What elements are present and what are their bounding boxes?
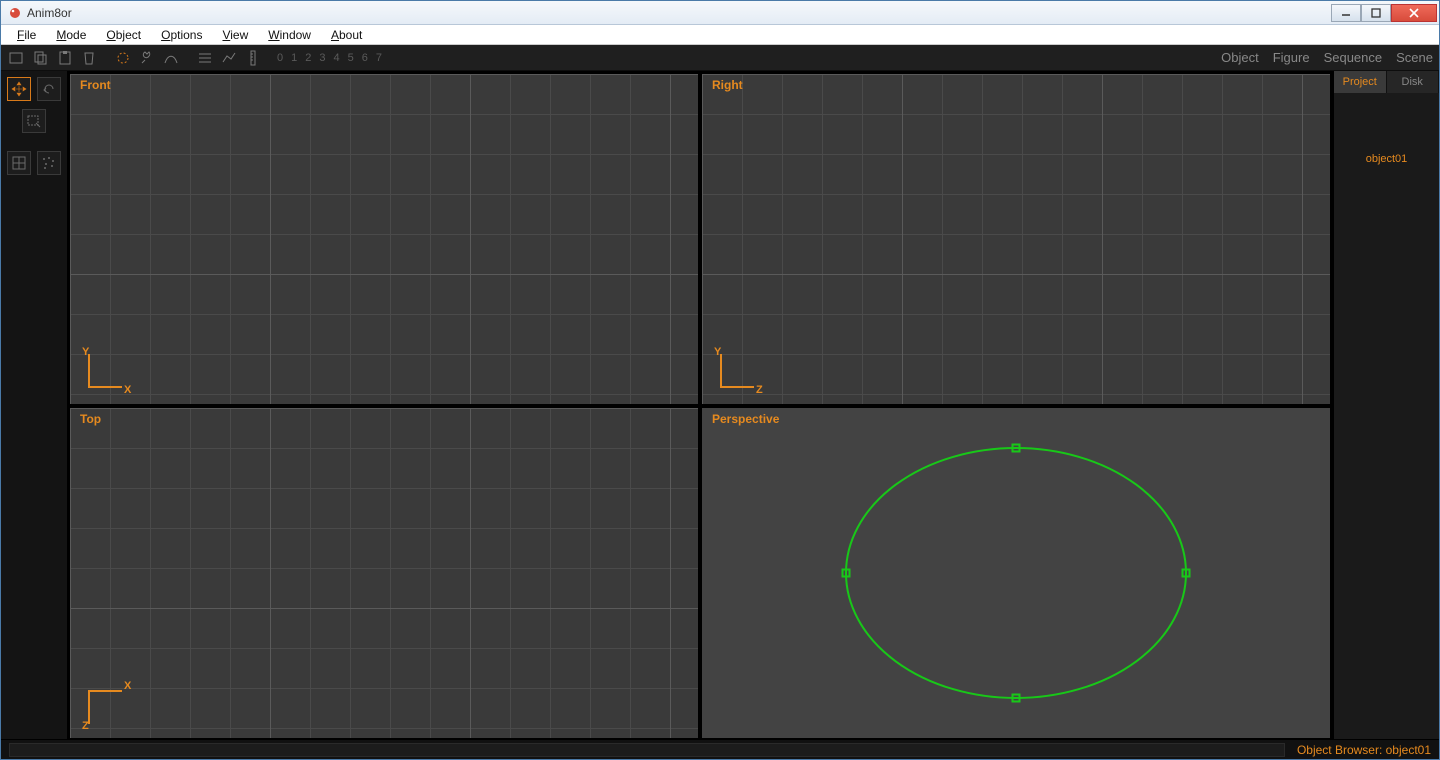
main-area: Front Y X Right Y Z [1,71,1439,739]
frame-7[interactable]: 7 [376,52,382,64]
menubar: File Mode Object Options View Window Abo… [1,25,1439,45]
toolbar-delete-icon[interactable] [79,48,99,68]
toolbar-graph-icon[interactable] [219,48,239,68]
viewport-perspective[interactable]: Perspective [701,407,1331,739]
toolbar: 0 1 2 3 4 5 6 7 Object Figure Sequence S… [1,45,1439,71]
right-tabs: Project Disk [1334,71,1439,93]
tab-disk[interactable]: Disk [1387,71,1440,93]
right-panel: Project Disk object01 [1333,71,1439,739]
viewport-label: Perspective [712,412,779,426]
viewport-front[interactable]: Front Y X [69,73,699,405]
minimize-button[interactable] [1331,4,1361,22]
menu-mode[interactable]: Mode [46,26,96,44]
frame-6[interactable]: 6 [362,52,368,64]
toolbar-target-icon[interactable] [113,48,133,68]
handle-top[interactable] [1012,444,1021,453]
toolbar-rect-select-icon[interactable] [7,48,27,68]
viewport-right[interactable]: Right Y Z [701,73,1331,405]
toolbar-curve-icon[interactable] [161,48,181,68]
toolbar-ruler-icon[interactable] [243,48,263,68]
app-icon [7,5,23,21]
toolbar-wrench-icon[interactable] [137,48,157,68]
list-item[interactable]: object01 [1334,153,1439,165]
toolbar-copy-icon[interactable] [31,48,51,68]
menu-window[interactable]: Window [258,26,321,44]
tool-undo-icon[interactable] [37,77,61,101]
close-button[interactable] [1391,4,1437,22]
menu-about[interactable]: About [321,26,372,44]
status-text: Object Browser: object01 [1297,743,1431,757]
frame-0[interactable]: 0 [277,52,283,64]
titlebar: Anim8or [1,1,1439,25]
axes-indicator: Y Z [716,350,760,394]
axes-indicator: X Z [84,684,128,728]
frame-4[interactable]: 4 [334,52,340,64]
tab-project[interactable]: Project [1334,71,1387,93]
viewports: Front Y X Right Y Z [67,71,1333,739]
menu-file[interactable]: File [7,26,46,44]
app-window: Anim8or File Mode Object Options View Wi… [0,0,1440,760]
frame-5[interactable]: 5 [348,52,354,64]
frame-3[interactable]: 3 [319,52,325,64]
viewport-top[interactable]: Top X Z [69,407,699,739]
left-toolbar [1,71,67,739]
tool-move-icon[interactable] [7,77,31,101]
toolbar-paste-icon[interactable] [55,48,75,68]
toolbar-bars-icon[interactable] [195,48,215,68]
window-buttons [1331,4,1437,22]
viewport-label: Top [80,412,101,426]
status-input[interactable] [9,743,1285,757]
app-chrome: 0 1 2 3 4 5 6 7 Object Figure Sequence S… [1,45,1439,759]
menu-view[interactable]: View [212,26,258,44]
toolbar-frame-numbers: 0 1 2 3 4 5 6 7 [277,52,382,64]
mode-selector: Object Figure Sequence Scene [1221,50,1433,65]
mode-object[interactable]: Object [1221,50,1259,65]
window-title: Anim8or [27,6,1331,20]
mode-figure[interactable]: Figure [1273,50,1310,65]
project-list: object01 [1334,93,1439,739]
viewport-label: Front [80,78,111,92]
tool-noise-icon[interactable] [37,151,61,175]
maximize-button[interactable] [1361,4,1391,22]
perspective-object-circle [836,433,1196,713]
mode-sequence[interactable]: Sequence [1324,50,1383,65]
tool-select-box-icon[interactable] [22,109,46,133]
menu-object[interactable]: Object [96,26,151,44]
menu-options[interactable]: Options [151,26,212,44]
frame-2[interactable]: 2 [305,52,311,64]
handle-right[interactable] [1182,569,1191,578]
viewport-label: Right [712,78,743,92]
statusbar: Object Browser: object01 [1,739,1439,759]
tool-grid-icon[interactable] [7,151,31,175]
axes-indicator: Y X [84,350,128,394]
handle-left[interactable] [842,569,851,578]
frame-1[interactable]: 1 [291,52,297,64]
handle-bottom[interactable] [1012,694,1021,703]
mode-scene[interactable]: Scene [1396,50,1433,65]
